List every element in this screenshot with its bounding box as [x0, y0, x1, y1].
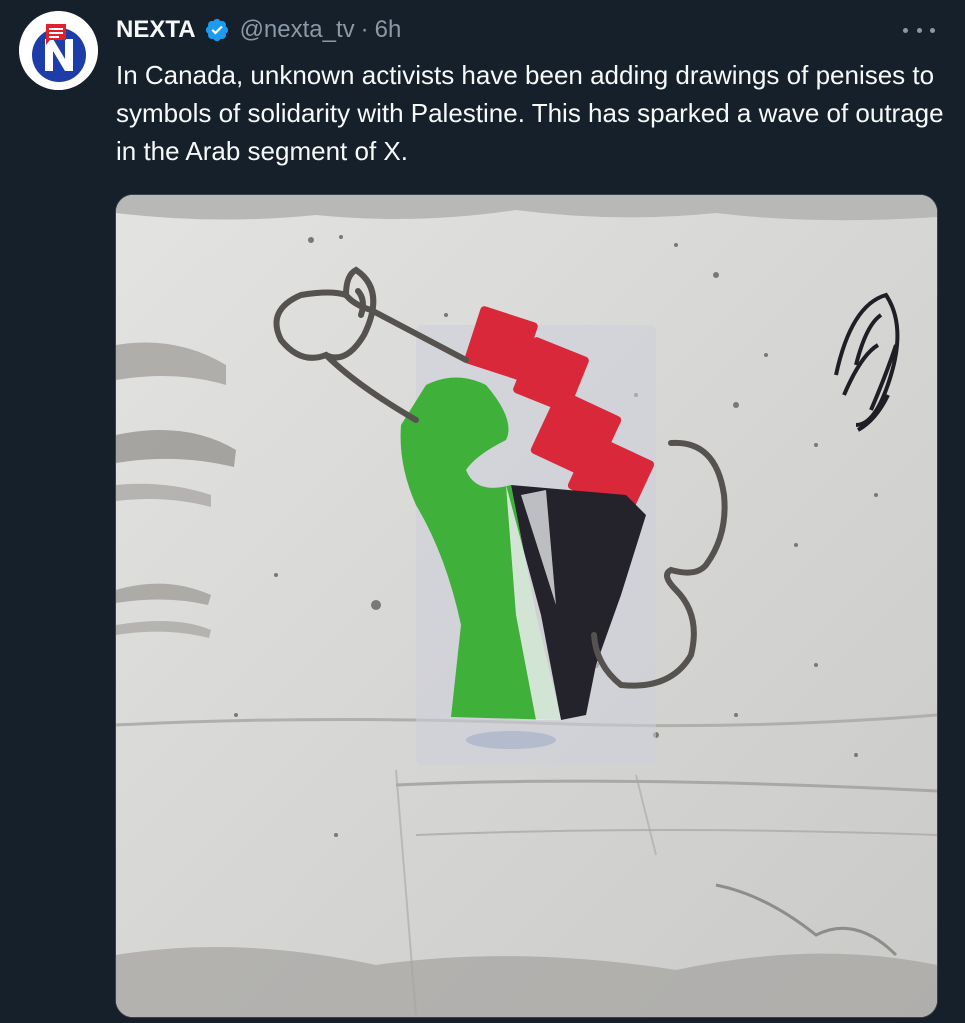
display-name[interactable]: NEXTA [116, 16, 196, 44]
separator: · [360, 16, 369, 43]
tweet-text: In Canada, unknown activists have been a… [116, 60, 944, 166]
more-horizontal-icon[interactable] [903, 18, 935, 42]
wall-graffiti-photo [116, 195, 937, 1017]
tweet-photo[interactable] [115, 194, 938, 1018]
handle[interactable]: @nexta_tv [240, 16, 355, 44]
nexta-logo-icon [19, 11, 98, 90]
verified-badge-icon [205, 18, 228, 42]
timestamp[interactable]: 6h [375, 16, 402, 44]
tweet-card[interactable]: NEXTA @nexta_tv · 6h In Canada, unknown … [0, 0, 965, 1023]
avatar[interactable] [19, 11, 98, 90]
tweet-header: NEXTA @nexta_tv · 6h [116, 12, 401, 48]
